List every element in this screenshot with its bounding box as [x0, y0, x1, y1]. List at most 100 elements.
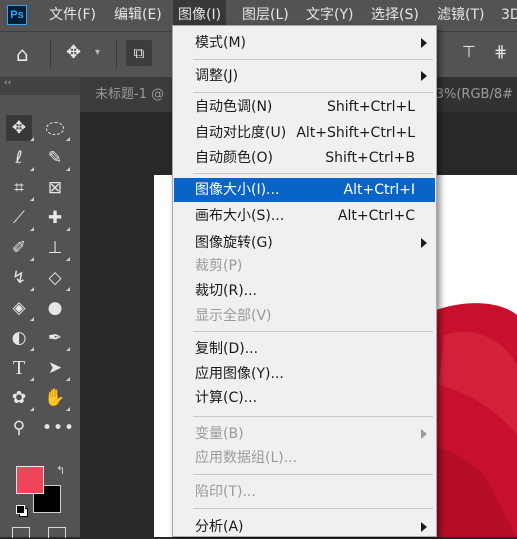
menu-item-label: 计算(C)... [195, 390, 258, 406]
menu-item-crop: 裁剪(P) [174, 254, 435, 278]
menu-item-auto-color[interactable]: 自动颜色(O) Shift+Ctrl+B [174, 146, 435, 170]
menu-separator [193, 59, 433, 60]
document-tab[interactable]: 未标题-1 @ [80, 77, 180, 112]
submenu-arrow-icon [421, 429, 427, 439]
hand-tool-icon[interactable]: ✋ [42, 385, 68, 411]
type-tool-icon[interactable]: T [6, 355, 32, 381]
paint-bucket-tool-icon[interactable]: ◈ [6, 295, 32, 321]
menu-item-reveal-all: 显示全部(V) [174, 304, 435, 328]
menu-filter[interactable]: 滤镜(T) [432, 0, 489, 31]
menu-separator [193, 92, 433, 93]
auto-select-icon[interactable]: ⧉ [126, 40, 152, 66]
eyedropper-tool-icon[interactable]: ⟋ [6, 205, 32, 231]
foreground-color-swatch[interactable] [16, 466, 44, 494]
menu-item-label: 裁剪(P) [195, 258, 243, 274]
tools-panel: ‹‹ ✥ ℓ ✎ ⌗ ⊠ ⟋ ✚ ✐ ⊥ ↯ ◇ ◈ ● ◐ ✒ T ➤ ✿ ✋… [0, 77, 80, 538]
menu-item-label: 自动颜色(O) [195, 150, 273, 166]
more-tools-icon[interactable]: ••• [42, 415, 74, 441]
move-tool-icon[interactable]: ✥ [6, 115, 32, 141]
brush-tool-icon[interactable]: ✐ [6, 235, 32, 261]
tool-group-indicator [66, 347, 70, 351]
menu-item-adjustments[interactable]: 调整(J) [174, 64, 435, 88]
pen-tool-icon[interactable]: ✒ [42, 325, 68, 351]
menu-separator [193, 173, 433, 174]
options-divider [50, 40, 51, 68]
align-top-icon[interactable]: ⊤ [462, 42, 476, 61]
menu-item-analysis[interactable]: 分析(A) [174, 515, 435, 539]
menu-item-auto-contrast[interactable]: 自动对比度(U) Alt+Shift+Ctrl+L [174, 121, 435, 145]
custom-shape-tool-icon[interactable]: ✿ [6, 385, 32, 411]
tool-group-indicator [30, 137, 34, 141]
zoom-tool-icon[interactable]: ⚲ [6, 415, 32, 441]
lasso-tool-icon[interactable]: ℓ [6, 145, 32, 171]
marquee-tool-icon[interactable] [42, 115, 68, 141]
quick-mask-icon[interactable] [12, 527, 30, 538]
menu-separator [193, 331, 433, 332]
menu-item-label: 陷印(T)... [195, 484, 256, 500]
healing-brush-tool-icon[interactable]: ✚ [42, 205, 68, 231]
menu-item-label: 裁切(R)... [195, 283, 258, 299]
path-selection-tool-icon[interactable]: ➤ [42, 355, 68, 381]
menu-item-calculations[interactable]: 计算(C)... [174, 386, 435, 410]
blur-tool-icon[interactable]: ● [42, 295, 68, 321]
quick-selection-tool-icon[interactable]: ✎ [42, 145, 68, 171]
menu-item-variables: 变量(B) [174, 422, 435, 446]
document-color-mode: 3%(RGB/8# [435, 87, 513, 102]
menu-item-label: 应用图像(Y)... [195, 366, 284, 382]
menu-item-label: 画布大小(S)... [195, 208, 285, 224]
menu-item-label: 模式(M) [195, 35, 247, 51]
tool-group-indicator [66, 257, 70, 261]
default-colors-icon[interactable] [16, 505, 28, 517]
history-brush-tool-icon[interactable]: ↯ [6, 265, 32, 291]
menu-item-trim[interactable]: 裁切(R)... [174, 279, 435, 303]
menu-item-duplicate[interactable]: 复制(D)... [174, 337, 435, 361]
tool-group-indicator [30, 257, 34, 261]
menu-item-image-size[interactable]: 图像大小(I)... Alt+Ctrl+I [174, 178, 435, 202]
tool-group-indicator [30, 287, 34, 291]
menu-item-apply-data-set: 应用数据组(L)... [174, 446, 435, 470]
tool-group-indicator [66, 377, 70, 381]
menu-file[interactable]: 文件(F) [44, 0, 101, 31]
crop-tool-icon[interactable]: ⌗ [6, 175, 32, 201]
menu-item-label: 自动对比度(U) [195, 125, 287, 141]
menu-item-shortcut: Shift+Ctrl+L [327, 99, 415, 115]
tool-group-indicator [30, 407, 34, 411]
tool-group-indicator [66, 167, 70, 171]
image-menu-dropdown: 模式(M) 调整(J) 自动色调(N) Shift+Ctrl+L 自动对比度(U… [172, 25, 437, 537]
swap-colors-icon[interactable]: ↰ [56, 464, 65, 477]
tool-group-indicator [30, 317, 34, 321]
align-vertical-center-icon[interactable]: ⋕ [494, 42, 507, 61]
menu-item-shortcut: Shift+Ctrl+B [325, 150, 415, 166]
home-icon[interactable]: ⌂ [16, 42, 29, 66]
chevron-down-icon[interactable]: ▾ [95, 47, 100, 58]
menu-item-canvas-size[interactable]: 画布大小(S)... Alt+Ctrl+C [174, 204, 435, 228]
menu-3d[interactable]: 3D [496, 0, 517, 31]
move-tool-icon[interactable]: ✥ [66, 42, 81, 63]
submenu-arrow-icon [421, 38, 427, 48]
dodge-tool-icon[interactable]: ◐ [6, 325, 32, 351]
clone-stamp-tool-icon[interactable]: ⊥ [42, 235, 68, 261]
tool-group-indicator [30, 167, 34, 171]
screen-mode-icon[interactable] [48, 527, 66, 538]
tool-group-indicator [66, 227, 70, 231]
menu-item-auto-tone[interactable]: 自动色调(N) Shift+Ctrl+L [174, 95, 435, 119]
submenu-arrow-icon [421, 522, 427, 532]
eraser-tool-icon[interactable]: ◇ [42, 265, 68, 291]
menu-item-label: 应用数据组(L)... [195, 450, 298, 466]
tool-group-indicator [66, 137, 70, 141]
menu-item-mode[interactable]: 模式(M) [174, 31, 435, 55]
menu-item-apply-image[interactable]: 应用图像(Y)... [174, 362, 435, 386]
tool-group-indicator [30, 197, 34, 201]
menu-edit[interactable]: 编辑(E) [109, 0, 167, 31]
menu-item-label: 分析(A) [195, 519, 244, 535]
menu-separator [193, 474, 433, 475]
menu-item-image-rotation[interactable]: 图像旋转(G) [174, 231, 435, 255]
panel-collapse-bar[interactable]: ‹‹ [0, 77, 80, 95]
menu-item-label: 显示全部(V) [195, 308, 272, 324]
collapse-icon[interactable]: ‹‹ [4, 78, 11, 88]
menu-item-shortcut: Alt+Ctrl+C [337, 208, 415, 224]
menu-item-shortcut: Alt+Ctrl+I [343, 182, 415, 198]
frame-tool-icon[interactable]: ⊠ [42, 175, 68, 201]
menu-item-label: 复制(D)... [195, 341, 259, 357]
tool-group-indicator [66, 407, 70, 411]
